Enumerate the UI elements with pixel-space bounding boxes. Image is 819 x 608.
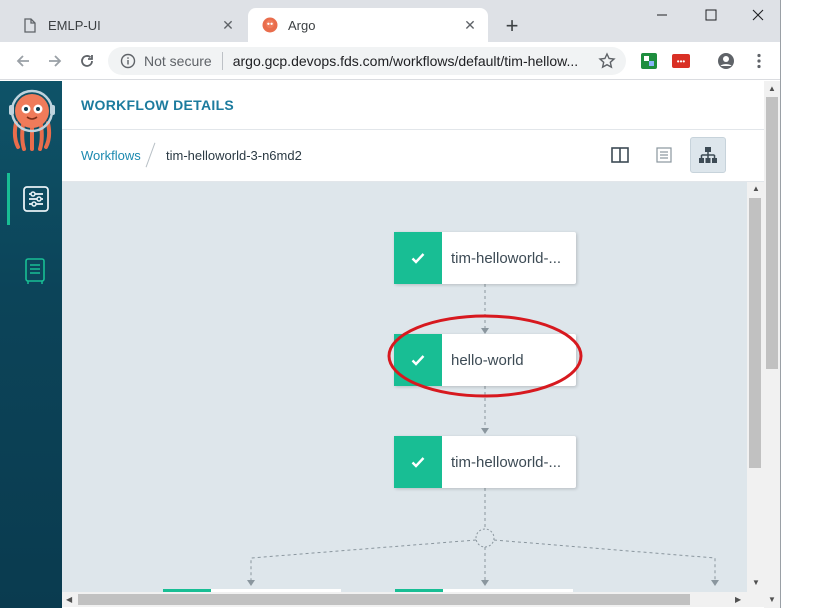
maximize-button[interactable] xyxy=(689,2,733,28)
scrollbar-thumb[interactable] xyxy=(766,97,778,369)
info-icon[interactable] xyxy=(120,53,136,69)
timeline-icon xyxy=(24,258,45,284)
node-label: tim-helloworld-... xyxy=(451,249,562,267)
workflow-node[interactable]: tim-helloworld-... xyxy=(394,232,576,284)
password-extension-icon[interactable]: ••• xyxy=(672,52,690,70)
succeeded-status xyxy=(394,232,442,284)
breadcrumb-workflows-link[interactable]: Workflows xyxy=(81,148,141,163)
split-view-button[interactable] xyxy=(602,137,638,173)
tab-title: EMLP-UI xyxy=(48,17,101,33)
check-icon xyxy=(411,457,425,468)
argo-octopus-logo[interactable] xyxy=(8,87,56,151)
minimize-icon xyxy=(657,14,667,16)
reload-button[interactable] xyxy=(74,48,100,74)
split-view-icon xyxy=(611,147,629,163)
page-vertical-scrollbar[interactable]: ▲ ▼ xyxy=(764,81,780,608)
svg-text:•••: ••• xyxy=(677,57,686,66)
scrollbar-thumb[interactable] xyxy=(749,198,761,468)
close-icon xyxy=(752,9,764,21)
bookmark-star-icon[interactable] xyxy=(598,52,616,70)
breadcrumb: Workflows tim-helloworld-3-n6md2 xyxy=(62,130,764,182)
forward-arrow-icon xyxy=(49,55,62,67)
back-arrow-icon xyxy=(16,55,29,67)
document-icon xyxy=(22,17,38,33)
graph-view-button[interactable] xyxy=(690,137,726,173)
tab-title: Argo xyxy=(288,17,316,33)
scroll-up-icon[interactable]: ▲ xyxy=(768,84,776,93)
back-button[interactable] xyxy=(10,48,36,74)
node-label: hello-world xyxy=(451,351,524,369)
close-icon[interactable]: ✕ xyxy=(218,15,238,35)
extension-icon[interactable] xyxy=(640,52,658,70)
browser-window: EMLP-UI ✕ Argo ✕ + Not secure argo.gcp.d… xyxy=(0,0,781,608)
succeeded-status xyxy=(394,436,442,488)
argo-favicon xyxy=(262,17,278,33)
page-title: WORKFLOW DETAILS xyxy=(81,97,235,113)
scrollbar-thumb[interactable] xyxy=(78,594,690,605)
graph-horizontal-scrollbar[interactable]: ◀ ▶ xyxy=(62,592,764,607)
graph-view-icon xyxy=(699,147,717,163)
security-label: Not secure xyxy=(144,53,212,69)
scroll-right-icon[interactable]: ▶ xyxy=(735,595,741,604)
tab-strip: EMLP-UI ✕ Argo ✕ + xyxy=(0,0,780,42)
node-label: tim-helloworld-... xyxy=(451,453,562,471)
profile-icon[interactable] xyxy=(717,52,735,70)
tab-argo[interactable]: Argo ✕ xyxy=(248,8,488,42)
breadcrumb-current: tim-helloworld-3-n6md2 xyxy=(166,148,302,163)
address-bar[interactable]: Not secure argo.gcp.devops.fds.com/workf… xyxy=(108,47,626,75)
forward-button[interactable] xyxy=(42,48,68,74)
menu-kebab-icon[interactable] xyxy=(750,52,768,70)
close-window-button[interactable] xyxy=(736,2,780,28)
timeline-view-icon xyxy=(656,147,672,163)
check-icon xyxy=(411,253,425,264)
graph-vertical-scrollbar[interactable]: ▲ ▼ xyxy=(747,182,764,592)
succeeded-status xyxy=(394,334,442,386)
breadcrumb-separator xyxy=(145,142,156,168)
workflow-graph[interactable]: tim-helloworld-... hello-world tim-hello… xyxy=(62,182,747,592)
app-sidebar xyxy=(0,81,62,608)
tab-emlp-ui[interactable]: EMLP-UI ✕ xyxy=(8,8,246,42)
maximize-icon xyxy=(705,9,717,21)
minimize-button[interactable] xyxy=(640,2,684,28)
scroll-up-icon[interactable]: ▲ xyxy=(752,184,760,193)
check-icon xyxy=(411,355,425,366)
scroll-down-icon[interactable]: ▼ xyxy=(768,595,776,604)
scroll-down-icon[interactable]: ▼ xyxy=(752,578,760,587)
workflows-icon xyxy=(23,186,49,212)
new-tab-button[interactable]: + xyxy=(500,13,524,38)
divider xyxy=(221,52,223,70)
sidebar-item-workflows[interactable] xyxy=(7,173,62,225)
close-icon[interactable]: ✕ xyxy=(460,15,480,35)
scroll-left-icon[interactable]: ◀ xyxy=(66,595,72,604)
page-header: WORKFLOW DETAILS xyxy=(62,81,764,130)
workflow-node[interactable]: tim-helloworld-... xyxy=(394,436,576,488)
sidebar-item-timeline[interactable] xyxy=(7,245,62,297)
timeline-view-button[interactable] xyxy=(646,137,682,173)
workflow-node-hello-world[interactable]: hello-world xyxy=(394,334,576,386)
browser-toolbar: Not secure argo.gcp.devops.fds.com/workf… xyxy=(0,42,780,80)
reload-icon xyxy=(81,55,93,67)
url-text[interactable]: argo.gcp.devops.fds.com/workflows/defaul… xyxy=(233,53,583,69)
